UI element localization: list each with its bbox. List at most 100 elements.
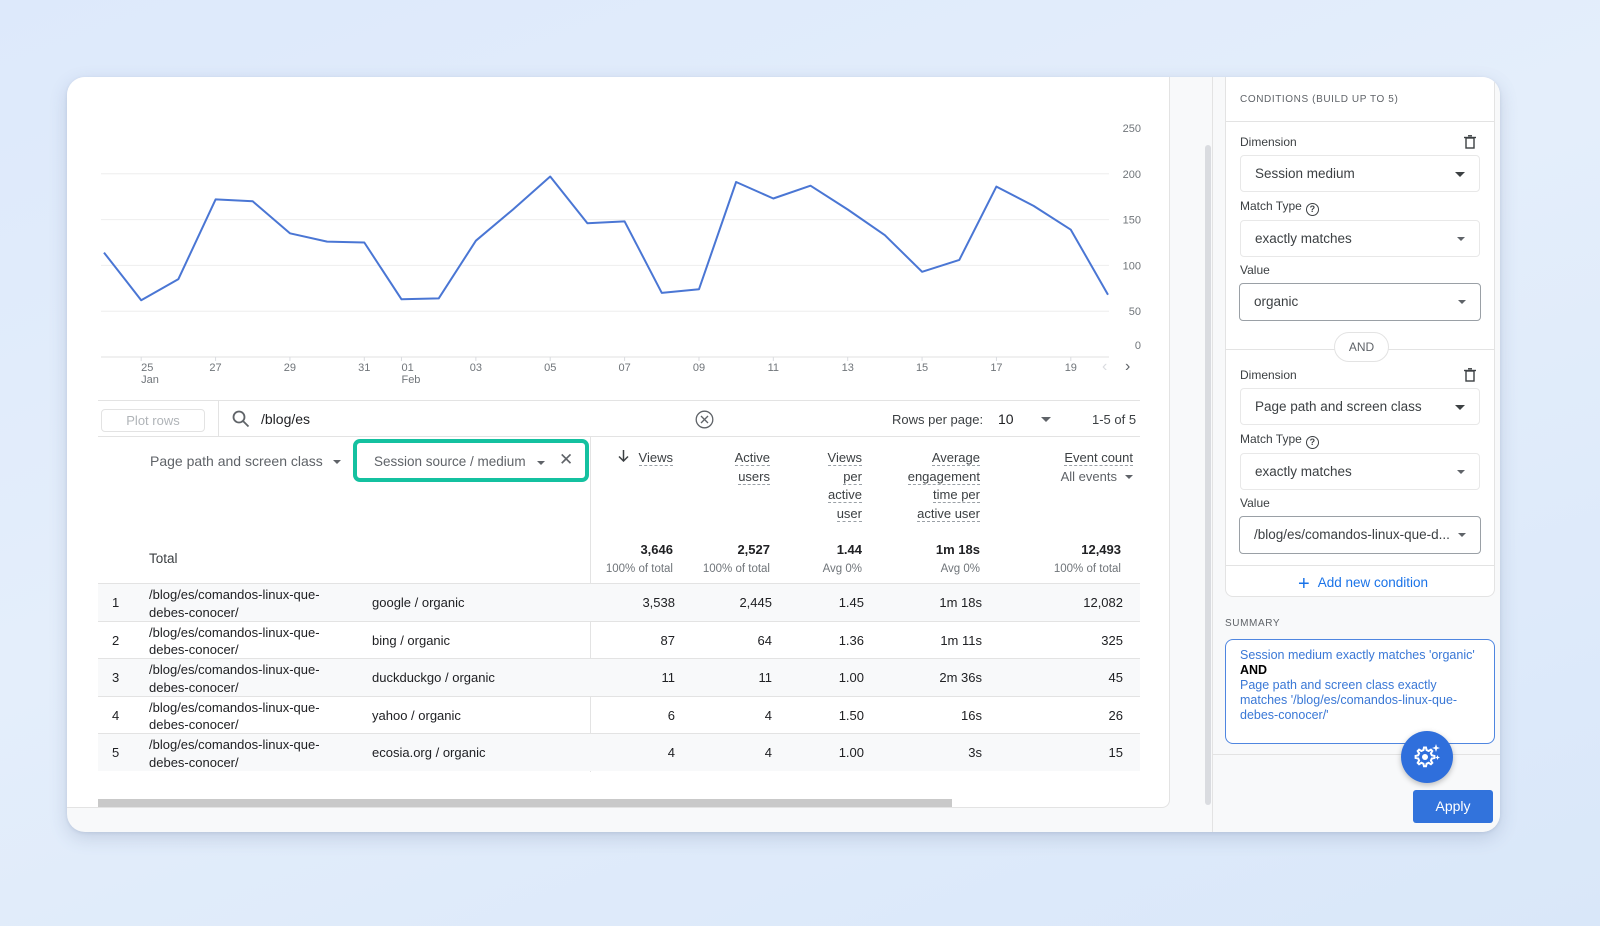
- metric-header-views[interactable]: Views: [618, 449, 673, 468]
- dimension-select-value: Session medium: [1255, 166, 1355, 181]
- help-icon[interactable]: ?: [1305, 436, 1319, 449]
- summary-condition-2: Page path and screen class exactly match…: [1240, 678, 1458, 722]
- chevron-down-icon[interactable]: [537, 461, 545, 465]
- add-condition-button[interactable]: + Add new condition: [1298, 573, 1428, 596]
- row-avg-engagement: 3s: [968, 745, 982, 761]
- y-tick-label: 200: [1123, 169, 1141, 181]
- row-page-path: /blog/es/comandos-linux-que-debes-conoce…: [149, 661, 349, 696]
- match-type-label: Match Type?: [1240, 199, 1319, 216]
- dimension-select[interactable]: Session medium: [1240, 155, 1480, 192]
- chart-next-arrow[interactable]: ›: [1125, 358, 1130, 376]
- apply-button[interactable]: Apply: [1413, 790, 1493, 823]
- report-card: 0 50 100 150 200 250 25 Jan 27 29 31 01 Feb 03 05 07 09…: [67, 77, 1170, 808]
- total-active-users: 2,527: [737, 542, 770, 557]
- x-tick-label: 15: [916, 362, 928, 374]
- metric-header-views-per-user[interactable]: Views per active user: [827, 449, 862, 523]
- help-icon[interactable]: ?: [1305, 203, 1319, 216]
- y-tick-label: 0: [1135, 340, 1141, 352]
- x-tick-label: 19: [1065, 362, 1077, 374]
- total-avg-engagement-sub: Avg 0%: [940, 563, 980, 575]
- table-toolbar: Plot rows /blog/es Rows per page: 10 1-5…: [98, 400, 1140, 437]
- match-type-label-text: Match Type: [1240, 432, 1302, 446]
- rows-per-page-select[interactable]: 10: [998, 411, 1014, 427]
- trash-icon[interactable]: [1464, 135, 1476, 149]
- secondary-dimension-chip[interactable]: Session source / medium ✕: [353, 439, 589, 482]
- ai-assist-button[interactable]: [1401, 731, 1453, 783]
- total-views-per-user: 1.44: [836, 542, 862, 557]
- and-operator[interactable]: AND: [1334, 332, 1389, 362]
- conditions-card: CONDITIONS (BUILD UP TO 5) Dimension Ses…: [1225, 77, 1495, 597]
- total-active-users-sub: 100% of total: [702, 563, 770, 575]
- match-type-select-value: exactly matches: [1255, 464, 1352, 479]
- metric-header-label: engagement: [907, 468, 980, 485]
- horizontal-scrollbar-thumb[interactable]: [98, 799, 952, 807]
- chart-prev-arrow[interactable]: ‹: [1102, 358, 1107, 376]
- metric-header-label: Active: [734, 450, 770, 466]
- row-number: 2: [112, 632, 120, 648]
- row-page-path: /blog/es/comandos-linux-que-debes-conoce…: [149, 624, 349, 659]
- metric-header-label: per: [843, 468, 862, 485]
- match-type-select-value: exactly matches: [1255, 231, 1352, 246]
- row-page-path-line: debes-conocer/: [149, 679, 239, 695]
- row-page-path-line: /blog/es/comandos-linux-que-: [149, 587, 320, 602]
- row-page-path-line: /blog/es/comandos-linux-que-: [149, 699, 320, 715]
- row-page-path-line: debes-conocer/: [149, 604, 239, 620]
- chevron-down-icon: [1457, 470, 1465, 474]
- row-event-count: 12,082: [1083, 595, 1123, 610]
- row-event-count: 45: [1108, 670, 1123, 686]
- horizontal-scrollbar[interactable]: [98, 799, 1140, 807]
- summary-box: Session medium exactly matches 'organic'…: [1225, 639, 1495, 744]
- report-window: 0 50 100 150 200 250 25 Jan 27 29 31 01 Feb 03 05 07 09…: [67, 77, 1500, 832]
- close-icon[interactable]: ✕: [559, 450, 573, 470]
- match-type-select[interactable]: exactly matches: [1240, 220, 1480, 257]
- x-tick-label: 31: [358, 362, 370, 374]
- row-active-users: 11: [758, 670, 773, 686]
- divider: [1226, 121, 1494, 122]
- sparkle-gear-icon: [1414, 744, 1440, 768]
- table-row[interactable]: 5 /blog/es/comandos-linux-que-debes-cono…: [98, 733, 1140, 771]
- table-row[interactable]: 4 /blog/es/comandos-linux-que-debes-cono…: [98, 695, 1140, 734]
- event-filter-select[interactable]: All events: [1061, 468, 1133, 487]
- chevron-down-icon: [1457, 237, 1465, 241]
- metric-header-avg-engagement[interactable]: Average engagement time per active user: [907, 449, 980, 523]
- y-tick-label: 100: [1123, 260, 1141, 272]
- match-type-select[interactable]: exactly matches: [1240, 453, 1480, 490]
- chevron-down-icon: [1455, 405, 1465, 410]
- row-active-users: 2,445: [739, 595, 772, 610]
- total-label: Total: [149, 551, 178, 566]
- table-row[interactable]: 1 /blog/es/comandos-linux-que-debes-cono…: [98, 583, 1140, 621]
- secondary-dimension-label: Session source / medium: [374, 454, 526, 469]
- event-filter-label: All events: [1060, 468, 1117, 484]
- value-select[interactable]: organic: [1239, 283, 1481, 321]
- views-series-line: [103, 175, 1109, 302]
- match-type-label: Match Type?: [1240, 432, 1319, 449]
- chevron-down-icon[interactable]: [1041, 417, 1051, 422]
- conditions-title: CONDITIONS (BUILD UP TO 5): [1240, 94, 1399, 105]
- x-tick-label: 17: [990, 362, 1002, 374]
- chevron-down-icon: [1125, 475, 1133, 480]
- vertical-scrollbar[interactable]: [1205, 145, 1211, 805]
- dimension-select[interactable]: Page path and screen class: [1240, 388, 1480, 425]
- toolbar-divider: [218, 401, 219, 437]
- table-row[interactable]: 3 /blog/es/comandos-linux-que-debes-cono…: [98, 658, 1140, 696]
- metric-header-active-users[interactable]: Active users: [734, 449, 770, 486]
- row-views-per-user: 1.00: [838, 670, 864, 686]
- search-input[interactable]: /blog/es: [261, 411, 310, 427]
- plot-rows-button[interactable]: Plot rows: [101, 409, 205, 432]
- dimension-label: Dimension: [1240, 368, 1297, 382]
- clear-search-icon[interactable]: [695, 410, 714, 429]
- row-avg-engagement: 1m 18s: [939, 595, 982, 610]
- row-source-medium: duckduckgo / organic: [372, 670, 495, 686]
- trash-icon[interactable]: [1464, 368, 1476, 382]
- x-tick-label: 07: [618, 362, 630, 374]
- chevron-down-icon: [1458, 533, 1466, 537]
- row-avg-engagement: 16s: [961, 707, 982, 723]
- value-select[interactable]: /blog/es/comandos-linux-que-d...: [1239, 516, 1481, 554]
- dimension-header-page-path[interactable]: Page path and screen class: [150, 453, 341, 469]
- table-row[interactable]: 2 /blog/es/comandos-linux-que-debes-cono…: [98, 620, 1140, 659]
- metric-header-label: active: [828, 487, 862, 503]
- row-source-medium: google / organic: [372, 595, 465, 610]
- x-tick-month-label: Jan: [141, 374, 159, 386]
- summary-label: SUMMARY: [1225, 618, 1281, 629]
- metric-header-event-count[interactable]: Event count All events: [1061, 449, 1133, 486]
